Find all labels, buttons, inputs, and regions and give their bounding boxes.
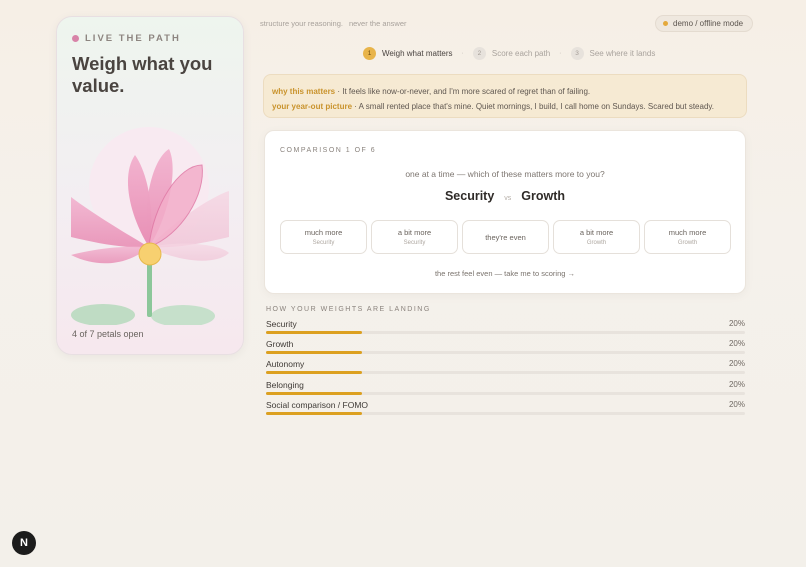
step-3[interactable]: 3 See where it lands: [570, 47, 656, 60]
weight-name: Security: [266, 319, 297, 329]
status-dot-icon: [663, 21, 668, 26]
why-text: · It feels like now-or-never, and I'm mo…: [335, 87, 591, 96]
flower-center: [138, 242, 162, 266]
weight-name: Belonging: [266, 379, 304, 390]
left-option: Security: [444, 189, 495, 203]
app-badge-button[interactable]: N: [12, 531, 36, 555]
petal-count: 4 of 7 petals open: [72, 329, 144, 339]
weight-bar: [266, 371, 362, 375]
step-separator: ·: [559, 50, 562, 57]
leaf-left: [71, 304, 135, 325]
step-2[interactable]: 2 Score each path: [472, 47, 551, 60]
comparison-question: one at a time — which of these matters m…: [405, 169, 605, 179]
page-title: Weigh what you value.: [72, 53, 213, 96]
choice-label: a bit more: [397, 228, 432, 237]
leaf-right: [151, 305, 215, 325]
step-number: 3: [570, 47, 584, 60]
weight-track: [266, 391, 745, 395]
weight-name: Autonomy: [266, 359, 305, 370]
weight-percent: 20%: [728, 339, 745, 349]
weight-bar: [266, 351, 362, 355]
picture-label: your year-out picture: [272, 102, 353, 111]
weight-percent: 20%: [728, 399, 745, 409]
choice-label: much more: [668, 228, 707, 237]
step-1[interactable]: 1 Weigh what matters: [363, 47, 453, 60]
step-label: Weigh what matters: [382, 49, 453, 58]
tagline-part-2: never the answer: [348, 19, 407, 28]
tagline: structure your reasoning. never the answ…: [260, 19, 407, 28]
choice-sublabel: Growth: [586, 240, 607, 246]
stepper: 1 Weigh what matters · 2 Score each path…: [363, 47, 655, 60]
weight-bar: [266, 331, 362, 334]
choice-sublabel: Security: [312, 240, 335, 246]
weights-title: HOW YOUR WEIGHTS ARE LANDING: [266, 306, 431, 313]
choice-sublabel: Growth: [677, 240, 698, 246]
why-line: why this matters · It feels like now-or-…: [272, 84, 738, 99]
weight-row: Security 20%: [266, 319, 745, 339]
comparison-counter: COMPARISON 1 OF 6: [280, 147, 377, 154]
step-number: 1: [363, 47, 376, 60]
choice-label: they're even: [485, 232, 526, 242]
comparison-pair: Security vs Growth: [265, 189, 745, 203]
weight-row: Belonging 20%: [266, 380, 745, 400]
choice-much-more-left-button[interactable]: much more Security: [280, 220, 367, 254]
step-label: See where it lands: [589, 49, 656, 58]
picture-line: your year-out picture · A small rented p…: [272, 99, 738, 114]
brand: LIVE THE PATH: [72, 33, 181, 44]
step-number: 2: [472, 47, 486, 60]
weight-track: [266, 411, 745, 415]
picture-text: · A small rented place that's mine. Quie…: [352, 102, 715, 111]
weight-track: [266, 331, 745, 334]
vs-label: vs: [504, 195, 512, 202]
weight-track: [266, 371, 745, 375]
context-panel: why this matters · It feels like now-or-…: [263, 74, 747, 118]
step-separator: ·: [461, 50, 464, 57]
weights-section: HOW YOUR WEIGHTS ARE LANDING Security 20…: [266, 306, 745, 420]
choice-even-button[interactable]: they're even: [462, 220, 549, 254]
weight-name: Growth: [266, 339, 294, 350]
weight-row: Autonomy 20%: [266, 359, 745, 379]
weight-percent: 20%: [728, 379, 745, 389]
brand-label: LIVE THE PATH: [85, 33, 181, 44]
why-label: why this matters: [272, 87, 336, 96]
mode-badge[interactable]: demo / offline mode: [655, 15, 754, 32]
step-label: Score each path: [491, 49, 551, 58]
mode-label: demo / offline mode: [673, 19, 744, 28]
choice-bit-more-left-button[interactable]: a bit more Security: [371, 220, 458, 254]
weight-bar: [266, 411, 362, 415]
choice-label: much more: [304, 228, 343, 237]
brand-dot-icon: [72, 35, 79, 42]
right-option: Growth: [521, 189, 566, 203]
weight-percent: 20%: [728, 319, 745, 328]
tagline-part-1: structure your reasoning.: [260, 19, 343, 28]
weight-track: [266, 351, 745, 355]
flower-illustration: [71, 127, 229, 325]
weight-bar: [266, 391, 362, 395]
choice-label: a bit more: [579, 228, 614, 237]
weight-name: Social comparison / FOMO: [266, 399, 369, 410]
comparison-card: COMPARISON 1 OF 6 one at a time — which …: [264, 130, 746, 294]
choice-bit-more-right-button[interactable]: a bit more Growth: [553, 220, 640, 254]
values-card: LIVE THE PATH Weigh what you value. 4 of…: [56, 16, 244, 355]
choice-row: much more Security a bit more Security t…: [280, 220, 731, 254]
weight-row: Social comparison / FOMO 20%: [266, 400, 745, 420]
choice-sublabel: Security: [403, 240, 426, 246]
petal-open-2: [71, 246, 149, 264]
weight-row: Growth 20%: [266, 339, 745, 359]
weight-percent: 20%: [728, 359, 745, 369]
choice-much-more-right-button[interactable]: much more Growth: [644, 220, 731, 254]
skip-to-scoring-link[interactable]: the rest feel even — take me to scoring …: [265, 269, 745, 278]
